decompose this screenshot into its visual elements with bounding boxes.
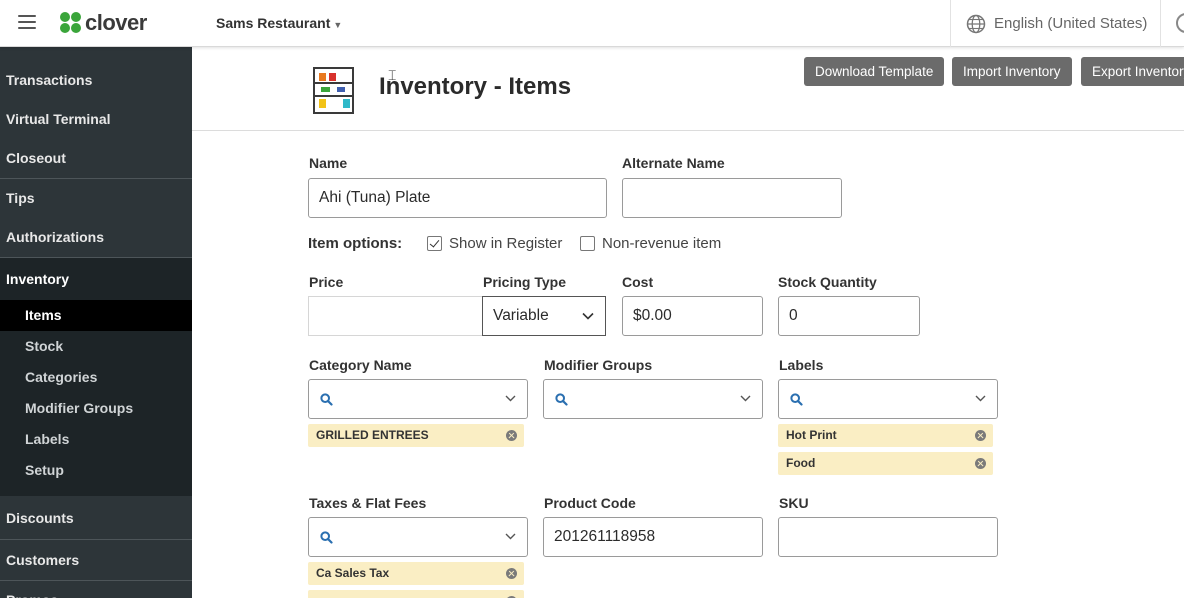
sidebar-item-tips[interactable]: Tips	[0, 179, 192, 218]
alternate-name-input[interactable]	[622, 178, 842, 218]
tax-chip-label: Ca Sales Tax	[316, 566, 390, 580]
caret-down-icon: ▼	[333, 20, 343, 30]
remove-chip-icon[interactable]	[975, 458, 986, 469]
pricing-type-value: Variable	[493, 307, 549, 324]
remove-chip-icon[interactable]	[506, 430, 517, 441]
price-input[interactable]	[308, 296, 483, 336]
merchant-name: Sams Restaurant	[216, 15, 331, 31]
globe-icon	[966, 14, 986, 33]
sidebar-subitem-setup[interactable]: Setup	[0, 455, 192, 486]
account-icon	[1176, 13, 1184, 33]
cost-input[interactable]: $0.00	[622, 296, 763, 336]
labels-select[interactable]	[778, 379, 998, 419]
sidebar-item-discounts[interactable]: Discounts	[0, 497, 192, 539]
product-code-label: Product Code	[544, 495, 636, 511]
label-chip: Food	[778, 452, 993, 475]
top-bar: clover Sams Restaurant ▼ English (United …	[0, 0, 1184, 47]
item-options-label: Item options:	[308, 235, 403, 252]
sku-input[interactable]	[778, 517, 998, 557]
sidebar-item-customers[interactable]: Customers	[0, 540, 192, 580]
modifier-groups-label: Modifier Groups	[544, 357, 653, 373]
sidebar-item-transactions[interactable]: Transactions	[0, 61, 192, 100]
sidebar-item-promos[interactable]: Promos	[0, 581, 192, 598]
sidebar-subitem-stock[interactable]: Stock	[0, 331, 192, 362]
label-chip: Hot Print	[778, 424, 993, 447]
sidebar-subitem-labels[interactable]: Labels	[0, 424, 192, 455]
hamburger-menu-icon[interactable]	[18, 15, 36, 29]
cost-label: Cost	[622, 274, 654, 290]
remove-chip-icon[interactable]	[506, 568, 517, 579]
taxes-fees-label: Taxes & Flat Fees	[309, 495, 427, 511]
labels-label: Labels	[779, 357, 824, 373]
stock-quantity-input[interactable]: 0	[778, 296, 920, 336]
language-selector[interactable]: English (United States)	[950, 0, 1160, 47]
taxes-fees-select[interactable]	[308, 517, 528, 557]
label-chip-label: Hot Print	[786, 428, 837, 442]
download-template-button[interactable]: Download Template	[804, 57, 945, 86]
search-icon	[790, 393, 803, 406]
page-title: Inventory - Items	[379, 73, 572, 100]
alternate-name-label: Alternate Name	[622, 155, 725, 171]
stock-quantity-label: Stock Quantity	[778, 274, 877, 290]
chevron-down-icon	[975, 395, 986, 402]
sidebar-item-authorizations[interactable]: Authorizations	[0, 218, 192, 257]
search-icon	[320, 531, 333, 544]
category-select[interactable]	[308, 379, 528, 419]
show-in-register-checkbox[interactable]	[427, 236, 442, 251]
clover-leaf-icon	[60, 12, 82, 34]
name-label: Name	[309, 155, 348, 171]
tax-chip-partial	[308, 590, 524, 598]
search-icon	[320, 393, 333, 406]
category-name-label: Category Name	[309, 357, 412, 373]
sidebar-subitem-items[interactable]: Items	[0, 300, 192, 331]
category-chip-label: GRILLED ENTREES	[316, 428, 429, 442]
clover-logo[interactable]: clover	[60, 10, 147, 35]
modifier-groups-select[interactable]	[543, 379, 763, 419]
sidebar-item-closeout[interactable]: Closeout	[0, 139, 192, 178]
name-input[interactable]: Ahi (Tuna) Plate	[308, 178, 607, 218]
pricing-type-select[interactable]: Variable	[482, 296, 606, 336]
tax-chip: Ca Sales Tax	[308, 562, 524, 585]
main-content: ⌶ Inventory - Items Download Template Im…	[192, 47, 1184, 598]
merchant-selector[interactable]: Sams Restaurant ▼	[216, 15, 342, 31]
search-icon	[555, 393, 568, 406]
pricing-type-label: Pricing Type	[483, 274, 566, 290]
chevron-down-icon	[740, 395, 751, 402]
chevron-down-icon	[582, 312, 594, 320]
chevron-down-icon	[505, 533, 516, 540]
inventory-submenu: Items Stock Categories Modifier Groups L…	[0, 300, 192, 496]
product-code-input[interactable]: 201261118958	[543, 517, 763, 557]
non-revenue-checkbox[interactable]	[580, 236, 595, 251]
sidebar-subitem-modifier-groups[interactable]: Modifier Groups	[0, 393, 192, 424]
sidebar: Transactions Virtual Terminal Closeout T…	[0, 47, 192, 598]
inventory-shelf-icon	[313, 67, 354, 114]
sidebar-item-virtual-terminal[interactable]: Virtual Terminal	[0, 100, 192, 139]
account-menu[interactable]	[1160, 0, 1184, 47]
logo-text: clover	[85, 10, 147, 35]
category-chip: GRILLED ENTREES	[308, 424, 524, 447]
sidebar-subitem-categories[interactable]: Categories	[0, 362, 192, 393]
price-label: Price	[309, 274, 344, 290]
remove-chip-icon[interactable]	[975, 430, 986, 441]
export-inventory-button[interactable]: Export Inventory	[1081, 57, 1184, 86]
page-header: ⌶ Inventory - Items Download Template Im…	[192, 47, 1184, 131]
chevron-down-icon	[505, 395, 516, 402]
label-chip-label: Food	[786, 456, 816, 470]
language-label: English (United States)	[994, 15, 1148, 32]
import-inventory-button[interactable]: Import Inventory	[952, 57, 1072, 86]
non-revenue-label: Non-revenue item	[602, 235, 722, 252]
show-in-register-label: Show in Register	[449, 235, 563, 252]
sidebar-item-inventory[interactable]: Inventory	[0, 258, 192, 300]
sku-label: SKU	[779, 495, 809, 511]
